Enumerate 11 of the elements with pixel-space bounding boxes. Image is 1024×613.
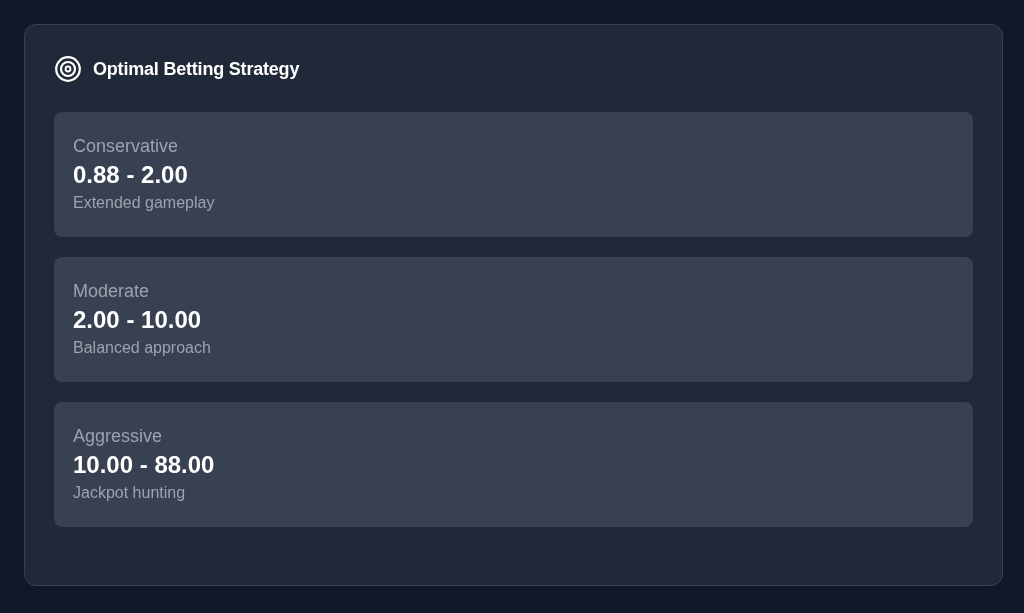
strategy-description: Extended gameplay xyxy=(73,193,215,213)
strategy-name: Conservative xyxy=(73,135,179,158)
target-icon xyxy=(55,56,81,82)
strategy-description: Jackpot hunting xyxy=(73,483,186,503)
multiplier-range: 0.88 - 2.00 xyxy=(73,160,188,190)
strategy-name: Aggressive xyxy=(73,425,163,448)
multiplier-range: 2.00 - 10.00 xyxy=(73,305,202,335)
multiplier-range: 10.00 - 88.00 xyxy=(73,450,215,480)
strategy-description: Balanced approach xyxy=(73,338,211,358)
strategy-name: Moderate xyxy=(73,280,150,303)
panel-title: Optimal Betting Strategy xyxy=(93,58,300,81)
